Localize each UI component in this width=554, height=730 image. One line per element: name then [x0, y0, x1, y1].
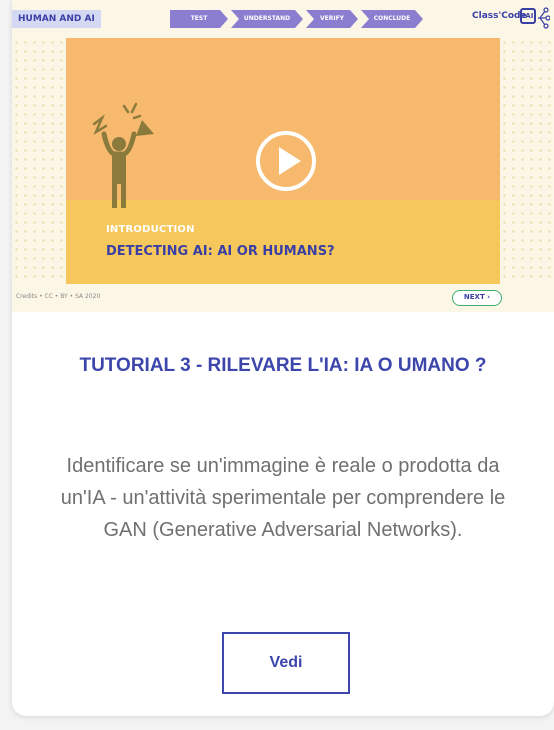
step-progress: TEST UNDERSTAND VERIFY CONCLUDE: [170, 10, 426, 28]
section-label: INTRODUCTION: [106, 224, 195, 235]
card-title: TUTORIAL 3 - RILEVARE L'IA: IA O UMANO ?: [79, 355, 487, 376]
view-button[interactable]: Vedi: [222, 632, 350, 694]
course-tag: HUMAN AND AI: [12, 10, 101, 28]
card-description: Identificare se un'immagine è reale o pr…: [60, 455, 506, 541]
step-verify: VERIFY: [306, 10, 358, 28]
tutorial-card: HUMAN AND AI TEST UNDERSTAND VERIFY CONC…: [12, 0, 554, 716]
brand-logo: IAI: [520, 8, 536, 24]
surprised-person-icon: [92, 102, 154, 208]
step-test: TEST: [170, 10, 228, 28]
credits-text: Credits • CC • BY • SA 2020: [16, 293, 101, 300]
play-icon[interactable]: [255, 130, 317, 192]
thumbnail-yellow-panel: [66, 200, 500, 284]
step-conclude: CONCLUDE: [361, 10, 423, 28]
video-thumbnail[interactable]: HUMAN AND AI TEST UNDERSTAND VERIFY CONC…: [12, 0, 554, 312]
step-understand: UNDERSTAND: [231, 10, 303, 28]
next-button[interactable]: NEXT ›: [452, 290, 502, 306]
section-title: DETECTING AI: AI OR HUMANS?: [106, 244, 335, 259]
network-icon: [538, 7, 550, 29]
dot-pattern-left: [12, 38, 66, 284]
dot-pattern-right: [500, 38, 554, 284]
brand-name: Class'Code: [472, 11, 527, 21]
